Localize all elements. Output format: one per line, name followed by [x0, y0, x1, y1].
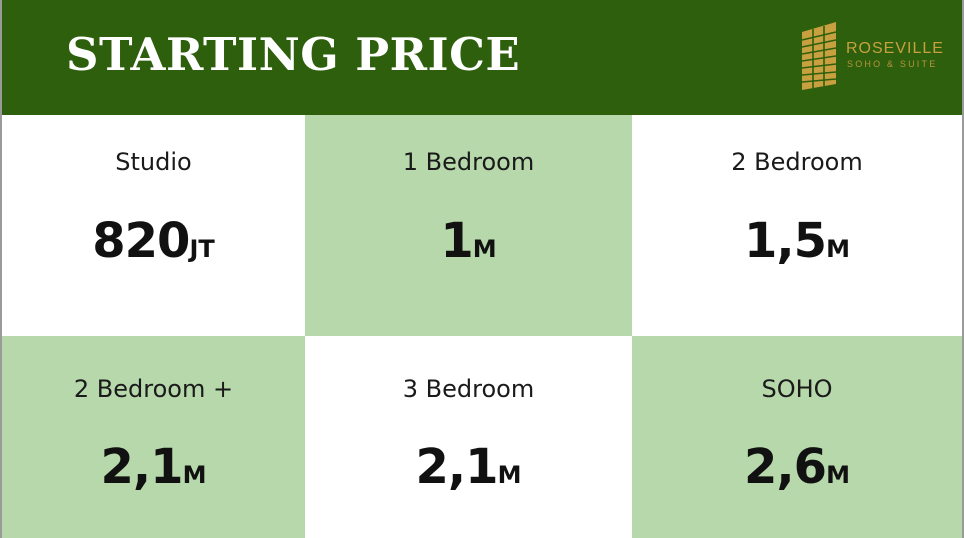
building-logo-icon	[801, 22, 837, 90]
unit-price: 1M	[305, 213, 632, 269]
unit-type-label: 1 Bedroom	[402, 148, 535, 176]
price-unit: M	[497, 461, 522, 489]
roseville-logo: ROSEVILLE SOHO & SUITE	[800, 22, 943, 90]
price-card-2-bedroom-plus: 2 Bedroom + 2,1M	[2, 336, 305, 538]
unit-type-label: 3 Bedroom	[402, 375, 535, 403]
unit-type-label: 2 Bedroom	[731, 148, 863, 176]
price-card-3-bedroom: 3 Bedroom 2,1M	[305, 336, 632, 538]
price-unit: JT	[189, 235, 215, 263]
unit-price: 2,1M	[305, 439, 632, 495]
logo-name: ROSEVILLE	[846, 40, 944, 57]
price-value: 1	[440, 213, 473, 269]
price-card-1-bedroom: 1 Bedroom 1M	[305, 115, 632, 336]
price-card-studio: Studio 820JT	[2, 115, 305, 336]
price-card-soho: SOHO 2,6M	[632, 336, 962, 538]
unit-price: 820JT	[2, 213, 305, 269]
price-unit: M	[826, 461, 850, 489]
price-unit: M	[472, 235, 497, 263]
logo-tagline: SOHO & SUITE	[847, 59, 938, 69]
unit-type-label: Studio	[115, 148, 192, 176]
price-slide: STARTING PRICE ROSEVILLE SOHO & SUITE St…	[0, 0, 964, 538]
unit-price: 1,5M	[632, 213, 962, 269]
header-bar: STARTING PRICE ROSEVILLE SOHO & SUITE	[2, 0, 962, 115]
price-unit: M	[826, 235, 850, 263]
price-unit: M	[182, 461, 207, 489]
price-value: 1,5	[744, 213, 827, 269]
price-grid: Studio 820JT 1 Bedroom 1M 2 Bedroom 1,5M…	[2, 115, 962, 538]
page-title: STARTING PRICE	[66, 28, 521, 81]
unit-type-label: SOHO	[761, 375, 833, 403]
price-card-2-bedroom: 2 Bedroom 1,5M	[632, 115, 962, 336]
price-value: 820	[92, 213, 190, 269]
price-value: 2,6	[744, 439, 827, 495]
price-value: 2,1	[415, 439, 499, 495]
unit-price: 2,1M	[2, 439, 305, 495]
unit-type-label: 2 Bedroom +	[73, 375, 234, 403]
unit-price: 2,6M	[632, 439, 962, 495]
price-value: 2,1	[100, 439, 184, 495]
